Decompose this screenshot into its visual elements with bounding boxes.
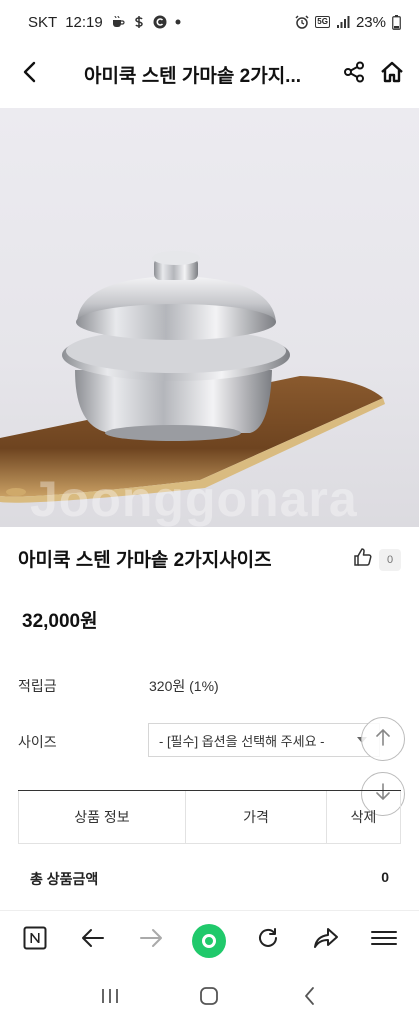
chevron-left-icon xyxy=(22,61,36,88)
home-button[interactable] xyxy=(379,54,405,94)
share-arrow-icon xyxy=(313,927,339,954)
recent-apps-icon xyxy=(100,987,120,1010)
green-dot-button[interactable] xyxy=(189,921,229,961)
total-value: 0 xyxy=(381,869,389,885)
product-title: 아미쿡 스텐 가마솥 2가지사이즈 xyxy=(18,550,272,571)
network-type-icon: 5G xyxy=(315,16,330,28)
like-count: 0 xyxy=(379,548,401,571)
status-right: 5G 23% xyxy=(295,14,401,31)
thumbs-up-icon xyxy=(353,547,373,572)
arrow-left-icon xyxy=(81,928,105,953)
naver-button[interactable] xyxy=(15,921,55,961)
battery-icon xyxy=(392,14,401,30)
system-back-icon xyxy=(303,986,315,1011)
size-select[interactable]: - [필수] 옵션을 선택해 주세요 - xyxy=(148,723,380,757)
browser-forward-button[interactable] xyxy=(131,921,171,961)
system-back-button[interactable] xyxy=(289,978,329,1018)
stainless-pot-picture xyxy=(0,251,385,503)
product-image[interactable]: Joonggonara xyxy=(0,108,419,527)
naver-n-icon xyxy=(23,926,47,955)
like-button[interactable]: 0 xyxy=(353,547,401,572)
size-select-value: - [필수] 옵션을 선택해 주세요 - xyxy=(159,733,325,749)
watermark: Joonggonara xyxy=(30,471,358,527)
table-header-price: 가격 xyxy=(185,791,326,843)
system-nav-bar xyxy=(0,972,419,1024)
refresh-button[interactable] xyxy=(248,921,288,961)
share-nav-button[interactable] xyxy=(306,921,346,961)
status-left: SKT 12:19 xyxy=(28,14,181,31)
home-circle-icon xyxy=(199,986,219,1011)
points-label: 적립금 xyxy=(18,678,57,694)
system-home-button[interactable] xyxy=(189,978,229,1018)
arrow-right-icon xyxy=(139,928,163,953)
menu-button[interactable] xyxy=(364,921,404,961)
time-label: 12:19 xyxy=(65,13,103,31)
refresh-icon xyxy=(256,926,280,955)
product-price: 32,000원 xyxy=(22,611,98,632)
battery-label: 23% xyxy=(355,13,386,31)
carrier-label: SKT xyxy=(28,13,58,31)
points-value: 320원 (1%) xyxy=(149,678,219,694)
scroll-up-button[interactable] xyxy=(361,717,405,761)
dollar-icon xyxy=(133,15,145,29)
status-bar: SKT 12:19 5G 23% xyxy=(0,0,419,44)
alarm-icon xyxy=(295,15,309,29)
table-header-product-info: 상품 정보 xyxy=(18,791,185,843)
share-button[interactable] xyxy=(341,54,367,94)
share-icon xyxy=(343,61,365,88)
recent-apps-button[interactable] xyxy=(90,978,130,1018)
order-table-header: 상품 정보 가격 삭제 xyxy=(18,790,401,844)
total-label: 총 상품금액 xyxy=(30,871,99,887)
network-type-label: 5G xyxy=(317,17,328,26)
header-actions xyxy=(341,54,405,94)
arrow-up-icon xyxy=(375,727,391,752)
back-button[interactable] xyxy=(14,54,44,94)
signal-icon xyxy=(336,15,350,29)
green-dot-icon xyxy=(192,923,227,958)
size-label: 사이즈 xyxy=(18,734,57,750)
table-header-delete: 삭제 xyxy=(326,791,401,843)
dot-icon xyxy=(175,19,181,25)
menu-icon xyxy=(370,928,397,953)
home-icon xyxy=(380,61,404,88)
page-title: 아미쿡 스텐 가마솥 2가지... xyxy=(83,65,302,87)
page-header: 아미쿡 스텐 가마솥 2가지... xyxy=(0,44,419,104)
browser-back-button[interactable] xyxy=(73,921,113,961)
browser-toolbar xyxy=(0,910,419,970)
cup-icon xyxy=(111,15,125,29)
c-circle-icon xyxy=(153,15,167,29)
